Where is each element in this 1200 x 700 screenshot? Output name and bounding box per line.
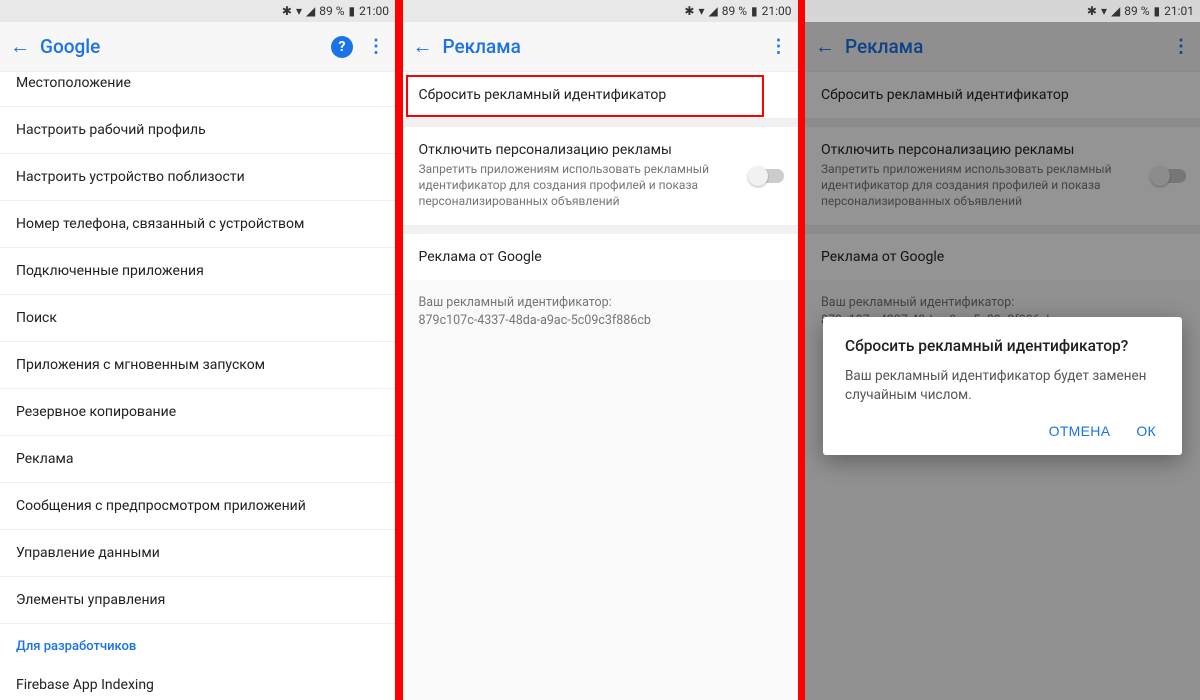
- battery-percent: 89 %: [319, 4, 344, 18]
- list-item[interactable]: Номер телефона, связанный с устройством: [0, 201, 395, 248]
- app-bar: ← Google ? ⋮: [0, 22, 395, 72]
- dialog-title: Сбросить рекламный идентификатор?: [845, 337, 1160, 355]
- ad-id-footer: Ваш рекламный идентификатор: 879c107c-43…: [403, 280, 798, 344]
- list-item[interactable]: Местоположение: [0, 72, 395, 107]
- opt-out-title: Отключить персонализацию рекламы: [419, 142, 738, 158]
- battery-icon: ▮: [349, 4, 356, 18]
- battery-percent: 89 %: [1124, 4, 1149, 18]
- section-header-developers: Для разработчиков: [0, 624, 395, 662]
- list-item[interactable]: Приложения с мгновенным запуском: [0, 342, 395, 389]
- bluetooth-icon: ✱: [1087, 4, 1097, 18]
- battery-percent: 89 %: [722, 4, 747, 18]
- wifi-icon: ▾: [296, 4, 302, 18]
- cancel-button[interactable]: ОТМЕНА: [1049, 423, 1111, 439]
- list-item[interactable]: Подключенные приложения: [0, 248, 395, 295]
- opt-out-toggle[interactable]: [750, 169, 784, 183]
- opt-out-subtitle: Запретить приложениям использовать рекла…: [419, 161, 738, 210]
- status-bar: ✱ ▾ ◢ 89 % ▮ 21:00: [0, 0, 395, 22]
- bluetooth-icon: ✱: [282, 4, 292, 18]
- pane-ads-dialog: ✱ ▾ ◢ 89 % ▮ 21:01 ← Реклама ⋮ Сбросить …: [805, 0, 1200, 700]
- reset-ad-id-dialog: Сбросить рекламный идентификатор? Ваш ре…: [823, 317, 1182, 455]
- ad-id-label: Ваш рекламный идентификатор:: [419, 294, 782, 312]
- signal-icon: ◢: [1111, 4, 1120, 18]
- clock: 21:00: [762, 4, 792, 18]
- wifi-icon: ▾: [1101, 4, 1107, 18]
- dialog-message: Ваш рекламный идентификатор будет замене…: [845, 367, 1160, 405]
- wifi-icon: ▾: [698, 4, 704, 18]
- reset-ad-id-item[interactable]: Сбросить рекламный идентификатор: [403, 72, 798, 119]
- signal-icon: ◢: [306, 4, 315, 18]
- back-button[interactable]: ←: [10, 34, 40, 59]
- dialog-actions: ОТМЕНА ОК: [845, 423, 1160, 445]
- list-item[interactable]: Управление данными: [0, 530, 395, 577]
- status-bar: ✱ ▾ ◢ 89 % ▮ 21:00: [403, 0, 798, 22]
- clock: 21:00: [359, 4, 389, 18]
- overflow-menu-icon[interactable]: ⋮: [770, 36, 788, 57]
- separator: [395, 0, 403, 700]
- ads-by-google-item[interactable]: Реклама от Google: [403, 234, 798, 280]
- battery-icon: ▮: [751, 4, 758, 18]
- ok-button[interactable]: ОК: [1136, 423, 1156, 439]
- battery-icon: ▮: [1154, 4, 1161, 18]
- clock: 21:01: [1164, 4, 1194, 18]
- list-item[interactable]: Сообщения с предпросмотром приложений: [0, 483, 395, 530]
- page-title: Реклама: [443, 35, 770, 58]
- ads-settings-list: Сбросить рекламный идентификатор Отключи…: [403, 72, 798, 700]
- page-title: Google: [40, 35, 331, 58]
- list-item[interactable]: Firebase App Indexing: [0, 662, 395, 700]
- ad-id-value: 879c107c-4337-48da-a9ac-5c09c3f886cb: [419, 312, 782, 330]
- overflow-menu-icon[interactable]: ⋮: [367, 36, 385, 57]
- list-item[interactable]: Настроить рабочий профиль: [0, 107, 395, 154]
- pane-google-settings: ✱ ▾ ◢ 89 % ▮ 21:00 ← Google ? ⋮ Местопол…: [0, 0, 395, 700]
- settings-list[interactable]: Местоположение Настроить рабочий профиль…: [0, 72, 395, 700]
- pane-ads-settings: ✱ ▾ ◢ 89 % ▮ 21:00 ← Реклама ⋮ Сбросить …: [403, 0, 798, 700]
- list-item[interactable]: Резервное копирование: [0, 389, 395, 436]
- separator: [798, 0, 806, 700]
- list-item[interactable]: Настроить устройство поблизости: [0, 154, 395, 201]
- back-button[interactable]: ←: [413, 34, 443, 59]
- bluetooth-icon: ✱: [684, 4, 694, 18]
- list-item-ads[interactable]: Реклама: [0, 436, 395, 483]
- signal-icon: ◢: [709, 4, 718, 18]
- list-item[interactable]: Элементы управления: [0, 577, 395, 624]
- app-bar: ← Реклама ⋮: [403, 22, 798, 72]
- help-icon[interactable]: ?: [331, 36, 353, 58]
- list-item[interactable]: Поиск: [0, 295, 395, 342]
- status-bar: ✱ ▾ ◢ 89 % ▮ 21:01: [805, 0, 1200, 22]
- opt-out-item[interactable]: Отключить персонализацию рекламы Запрети…: [403, 127, 798, 226]
